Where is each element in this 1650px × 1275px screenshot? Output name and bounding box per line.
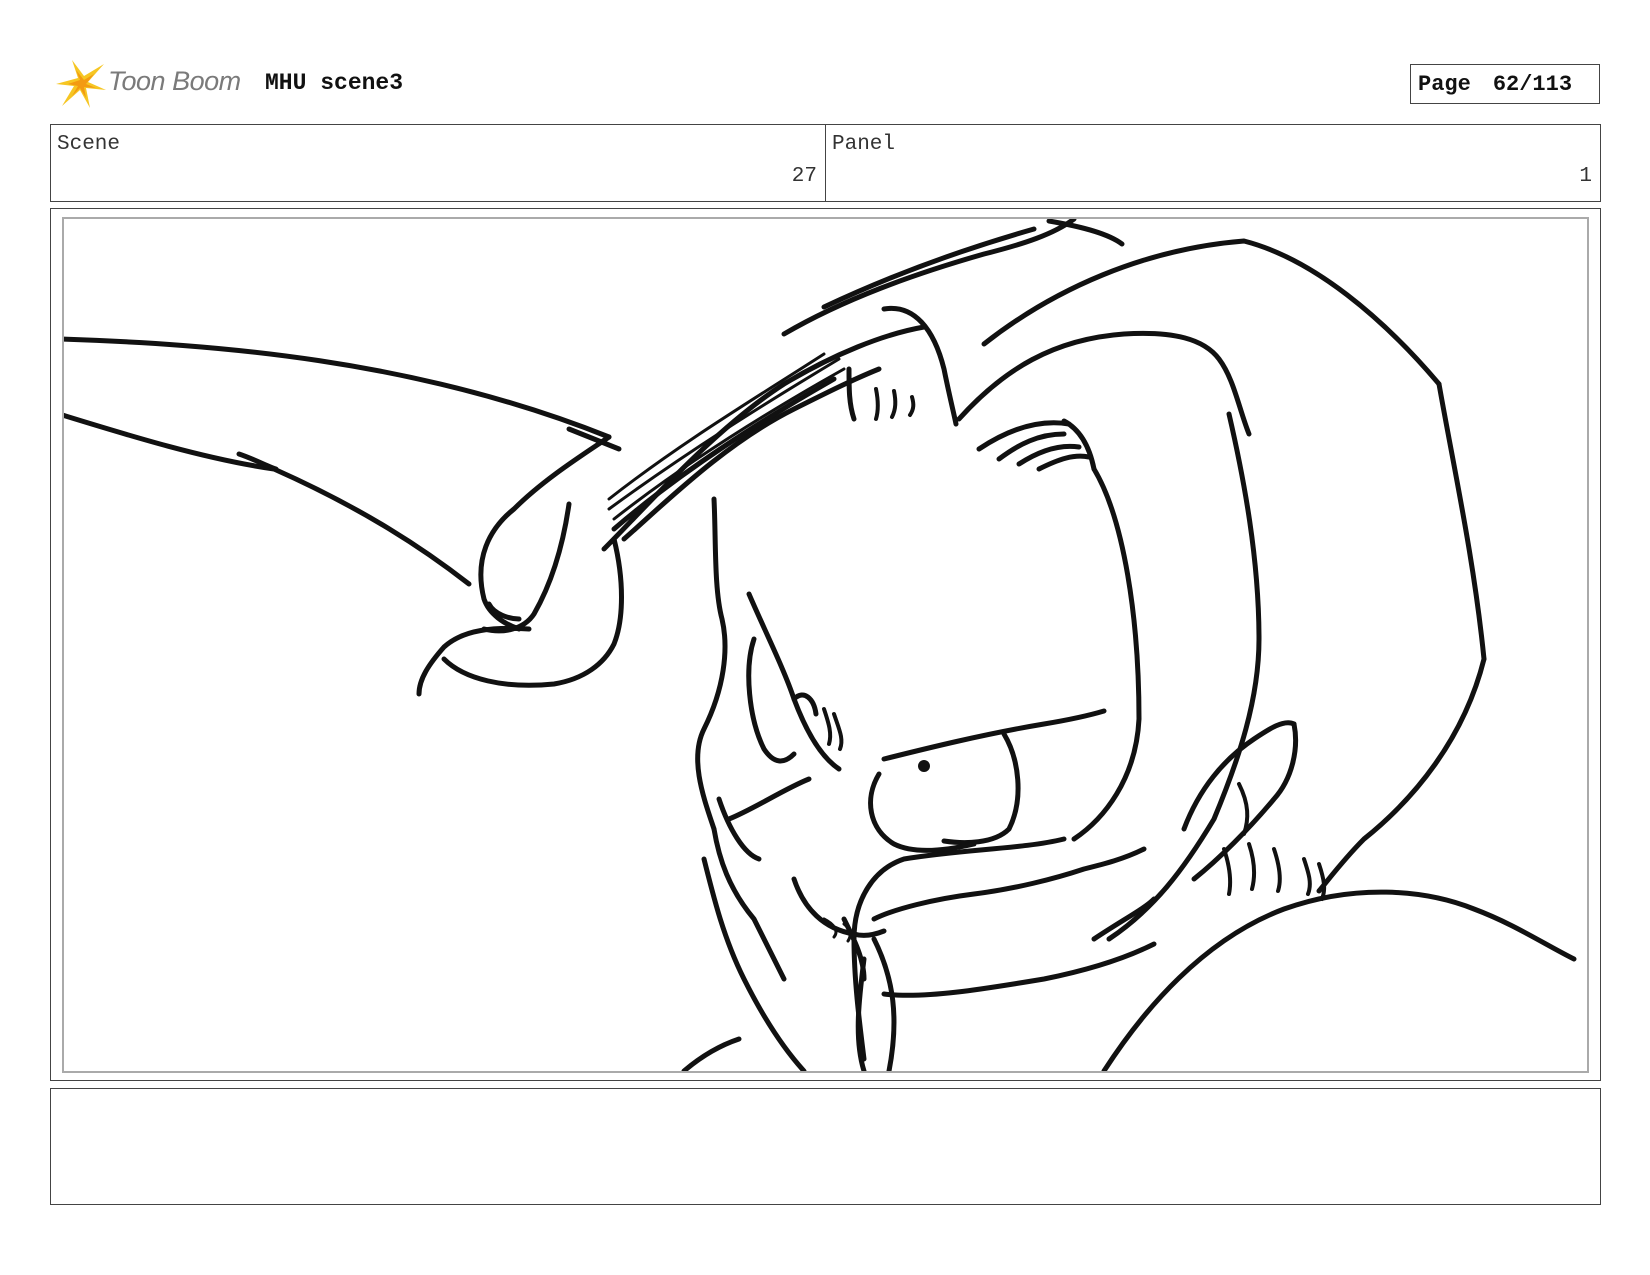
panel-label: Panel [832, 133, 896, 156]
logo-text: Toon Boom [108, 66, 241, 96]
scene-label: Scene [57, 133, 121, 156]
panel-drawing-area [62, 217, 1589, 1073]
page-number: 62/113 [1492, 71, 1573, 97]
toon-boom-star-icon [56, 60, 106, 108]
storyboard-panel [50, 208, 1601, 1081]
panel-value: 1 [1579, 165, 1592, 188]
document-title: MHU scene3 [265, 70, 404, 96]
page-label: Page [1418, 71, 1471, 97]
scene-cell: Scene 27 [51, 125, 825, 201]
toon-boom-logo: Toon Boom [52, 56, 252, 112]
panel-cell: Panel 1 [825, 125, 1600, 201]
storyboard-sketch [64, 219, 1577, 1071]
scene-panel-info: Scene 27 Panel 1 [50, 124, 1601, 202]
notes-area [50, 1088, 1601, 1205]
scene-value: 27 [791, 165, 817, 188]
page-indicator: Page 62/113 [1410, 64, 1600, 104]
